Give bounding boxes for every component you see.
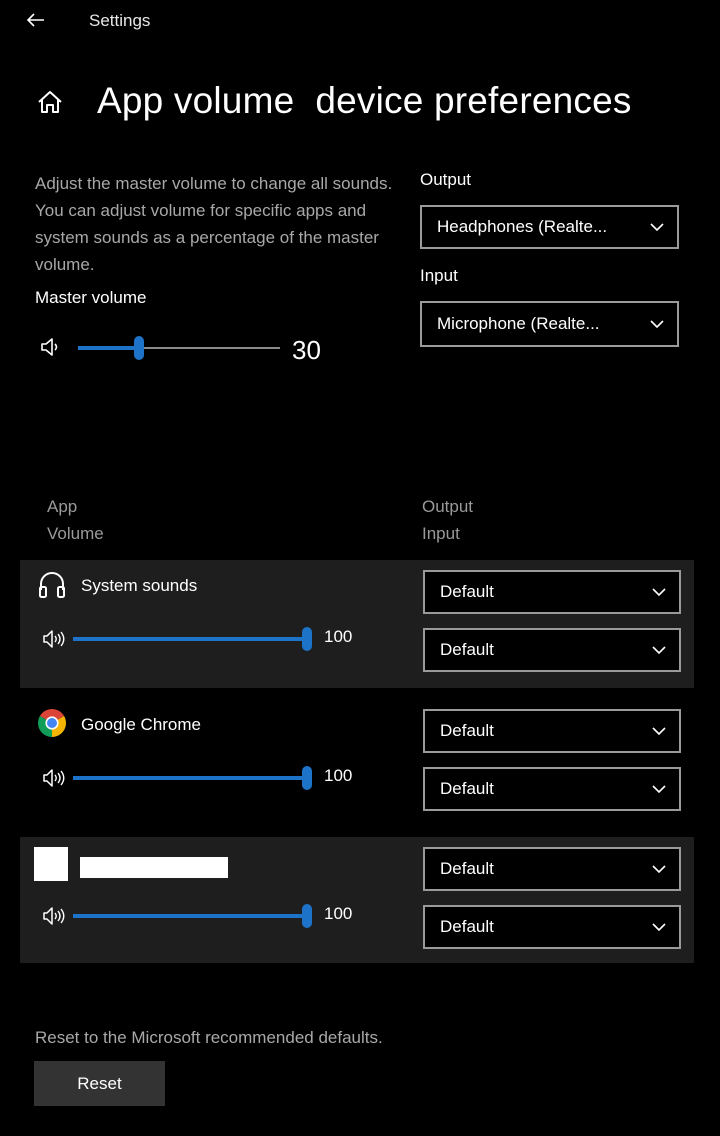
output-device-value: Headphones (Realte... xyxy=(437,217,608,236)
back-arrow-icon xyxy=(26,13,44,27)
app-output-value: Default xyxy=(440,582,494,601)
home-button[interactable] xyxy=(34,86,66,118)
app-output-dropdown[interactable]: Default xyxy=(423,847,681,891)
chevron-down-icon xyxy=(652,646,666,655)
master-volume-description: Adjust the master volume to change all s… xyxy=(35,174,393,274)
column-header-input: Input xyxy=(422,524,460,543)
input-device-value: Microphone (Realte... xyxy=(437,314,600,333)
chevron-down-icon xyxy=(650,320,664,329)
chevron-down-icon xyxy=(652,588,666,597)
app-volume-slider[interactable] xyxy=(73,627,312,651)
app-name: Google Chrome xyxy=(81,715,202,734)
input-label: Input xyxy=(420,266,458,285)
input-device-dropdown[interactable]: Microphone (Realte... xyxy=(420,301,679,347)
redacted-app-icon xyxy=(34,847,68,881)
window-title: Settings xyxy=(89,11,151,30)
app-input-value: Default xyxy=(440,917,494,936)
app-output-value: Default xyxy=(440,859,494,878)
speaker-loud-icon[interactable] xyxy=(42,905,66,927)
chevron-down-icon xyxy=(650,223,664,232)
app-output-dropdown[interactable]: Default xyxy=(423,570,681,614)
chevron-down-icon xyxy=(652,727,666,736)
column-header-output-input: Output Input xyxy=(422,493,473,547)
app-input-value: Default xyxy=(440,640,494,659)
column-header-volume: Volume xyxy=(47,524,104,543)
chrome-icon xyxy=(38,709,66,737)
output-label: Output xyxy=(420,170,472,189)
speaker-icon[interactable] xyxy=(39,336,63,358)
slider-fill xyxy=(73,776,307,780)
app-input-dropdown[interactable]: Default xyxy=(423,905,681,949)
headphones-icon xyxy=(39,572,65,598)
chevron-down-icon xyxy=(652,785,666,794)
app-input-dropdown[interactable]: Default xyxy=(423,767,681,811)
master-volume-value: 30 xyxy=(292,335,321,365)
column-header-output: Output xyxy=(422,497,474,516)
chevron-down-icon xyxy=(652,923,666,932)
redacted-app-name xyxy=(80,857,228,878)
reset-description: Reset to the Microsoft recommended defau… xyxy=(35,1028,383,1047)
speaker-loud-icon[interactable] xyxy=(42,628,66,650)
app-output-value: Default xyxy=(440,721,494,740)
slider-thumb[interactable] xyxy=(302,766,312,790)
slider-fill xyxy=(73,914,307,918)
app-volume-value: 100 xyxy=(324,904,353,923)
app-volume-value: 100 xyxy=(324,766,353,785)
master-volume-label: Master volume xyxy=(35,288,147,307)
app-output-dropdown[interactable]: Default xyxy=(423,709,681,753)
back-button[interactable] xyxy=(22,6,50,34)
app-volume-slider[interactable] xyxy=(73,766,312,790)
app-name: System sounds xyxy=(81,576,198,595)
app-volume-window: Settings App volume device preferences A… xyxy=(0,0,720,1136)
app-input-dropdown[interactable]: Default xyxy=(423,628,681,672)
app-input-value: Default xyxy=(440,779,494,798)
home-icon xyxy=(38,91,62,113)
page-title: App volume device preferences xyxy=(97,80,632,121)
app-row-system-sounds: System sounds 100 Default Default xyxy=(20,560,694,688)
speaker-loud-icon[interactable] xyxy=(42,767,66,789)
slider-thumb[interactable] xyxy=(133,336,144,360)
column-header-app-volume: App Volume xyxy=(47,493,104,547)
slider-fill xyxy=(78,346,139,350)
app-row-redacted: 100 Default Default xyxy=(20,837,694,963)
master-volume-slider[interactable] xyxy=(78,336,280,360)
app-row-google-chrome: Google Chrome 100 Default Default xyxy=(20,699,694,827)
reset-button[interactable]: Reset xyxy=(34,1061,165,1106)
slider-fill xyxy=(73,637,307,641)
slider-thumb[interactable] xyxy=(302,627,312,651)
title-bar: Settings xyxy=(0,0,720,42)
column-header-app: App xyxy=(47,497,78,516)
app-volume-value: 100 xyxy=(324,627,353,646)
chevron-down-icon xyxy=(652,865,666,874)
output-device-dropdown[interactable]: Headphones (Realte... xyxy=(420,205,679,249)
app-volume-slider[interactable] xyxy=(73,904,312,928)
slider-thumb[interactable] xyxy=(302,904,312,928)
